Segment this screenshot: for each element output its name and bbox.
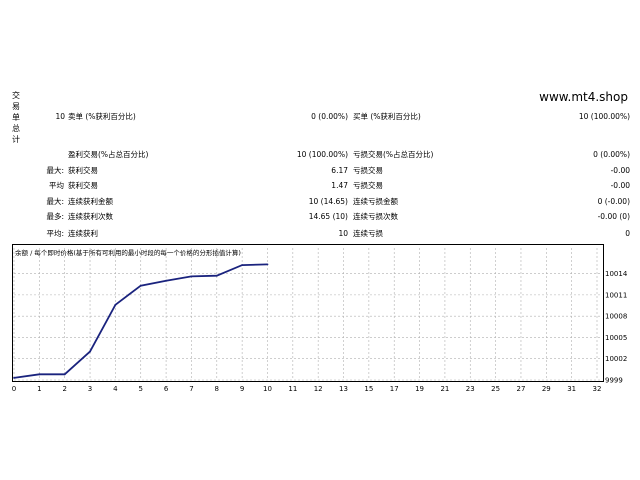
- x-tick-label: 1: [37, 385, 41, 393]
- x-tick-label: 2: [62, 385, 66, 393]
- x-tick-label: 9: [240, 385, 244, 393]
- x-tick-label: 6: [164, 385, 169, 393]
- x-tick-label: 7: [189, 385, 193, 393]
- x-tick-label: 27: [516, 385, 525, 393]
- x-tick-label: 31: [567, 385, 576, 393]
- x-tick-label: 11: [288, 385, 297, 393]
- y-tick-label: 9999: [605, 377, 623, 385]
- y-tick-label: 10014: [605, 270, 628, 278]
- x-tick-label: 21: [440, 385, 449, 393]
- y-tick-label: 10002: [605, 355, 627, 363]
- x-tick-label: 5: [139, 385, 143, 393]
- x-tick-label: 19: [415, 385, 424, 393]
- x-tick-label: 4: [113, 385, 118, 393]
- balance-point: [89, 350, 91, 353]
- x-tick-label: 17: [390, 385, 399, 393]
- balance-point: [241, 264, 244, 266]
- x-tick-label: 8: [215, 385, 219, 393]
- y-tick-label: 10011: [605, 291, 627, 299]
- y-tick-label: 10008: [605, 313, 627, 321]
- balance-point: [266, 263, 269, 266]
- balance-point: [165, 279, 167, 282]
- balance-point: [139, 284, 142, 287]
- x-tick-label: 15: [364, 385, 373, 393]
- y-tick-label: 10005: [605, 334, 627, 342]
- balance-point: [114, 303, 117, 306]
- x-tick-label: 25: [491, 385, 500, 393]
- balance-point: [13, 376, 15, 379]
- x-tick-label: 0: [12, 385, 16, 393]
- balance-point: [190, 275, 193, 278]
- x-tick-label: 23: [466, 385, 475, 393]
- x-tick-label: 32: [593, 385, 602, 393]
- x-tick-label: 3: [88, 385, 92, 393]
- balance-point: [215, 274, 218, 277]
- x-tick-label: 13: [339, 385, 348, 393]
- balance-chart-plot: 0 1 2 3 4 5 6 7 8 9 10 11 12 13 15 17 19 21 23 25 27 29 31 3210…: [12, 248, 628, 393]
- x-tick-label: 10: [263, 385, 272, 393]
- balance-point: [38, 373, 41, 376]
- x-tick-label: 12: [314, 385, 323, 393]
- x-tick-label: 29: [542, 385, 551, 393]
- balance-point: [63, 373, 66, 376]
